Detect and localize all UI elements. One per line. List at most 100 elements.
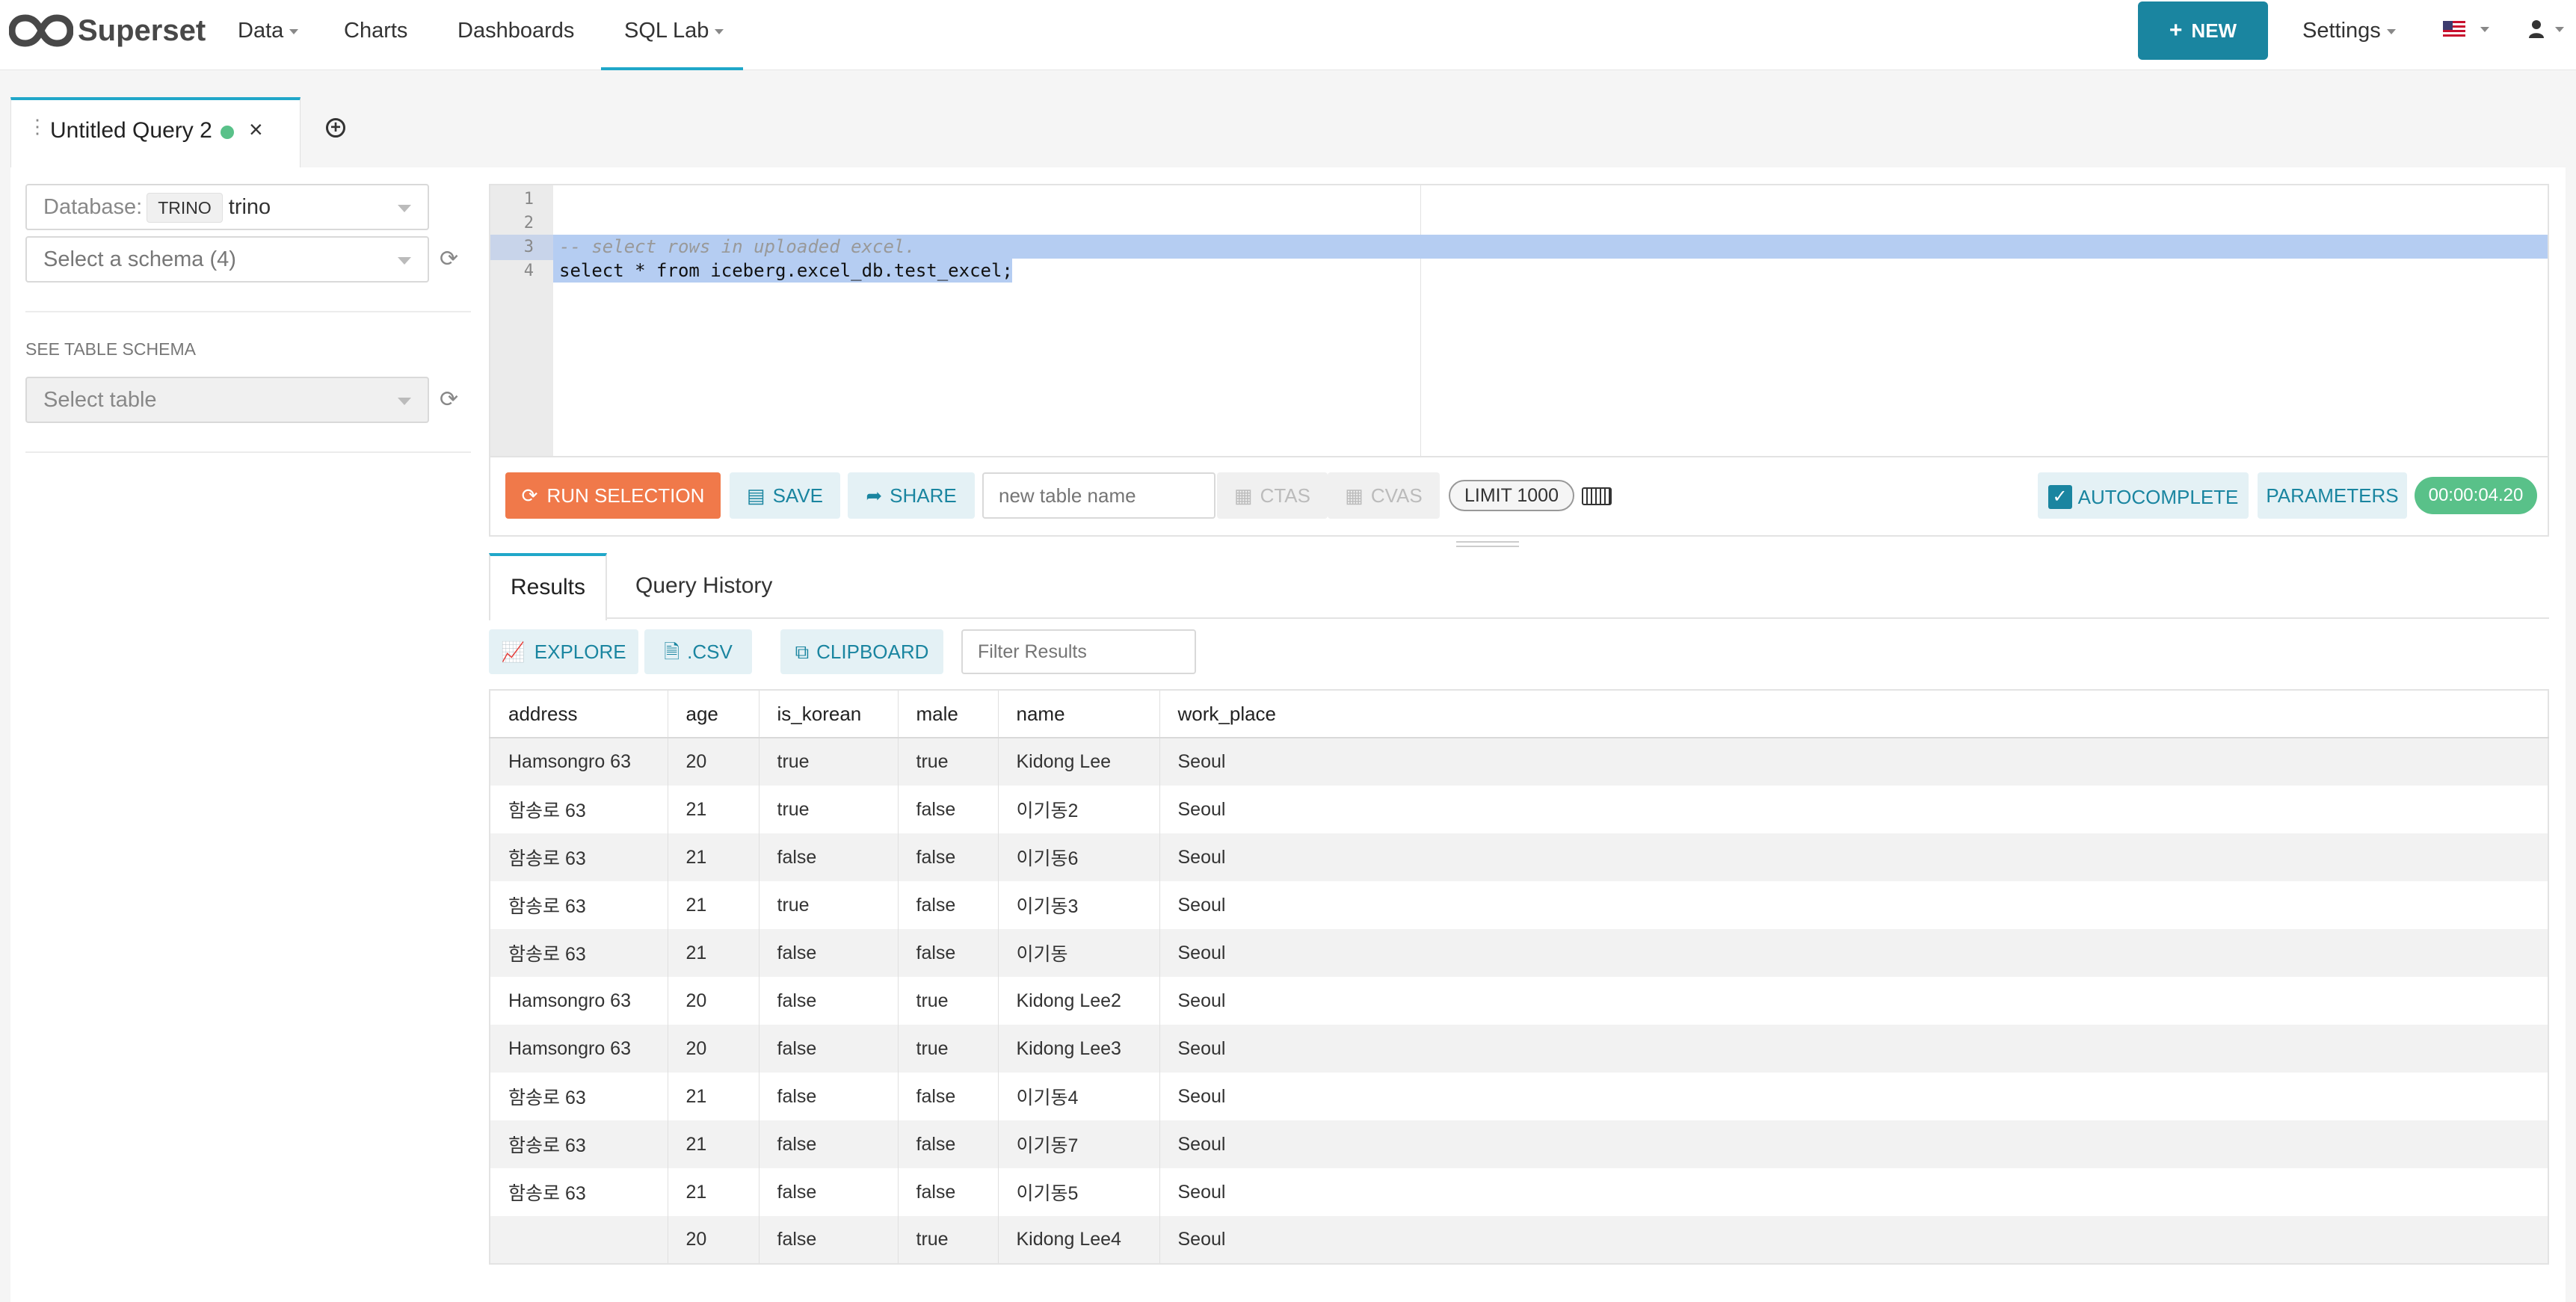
- close-icon[interactable]: ×: [249, 117, 263, 142]
- ctas-button[interactable]: ▦ CTAS: [1217, 472, 1328, 519]
- file-icon: 🗎: [664, 641, 680, 663]
- table-cell: 20: [668, 738, 759, 786]
- table-cell: false: [759, 1120, 899, 1168]
- schema-select[interactable]: Select a schema (4): [25, 236, 429, 283]
- cvas-button[interactable]: ▦ CVAS: [1328, 472, 1440, 519]
- new-table-name-input[interactable]: [982, 472, 1215, 519]
- table-cell: Kidong Lee2: [998, 977, 1160, 1025]
- resize-handle[interactable]: [1456, 541, 1519, 547]
- query-tab[interactable]: ⋮ Untitled Query 2 ×: [10, 97, 301, 167]
- database-select[interactable]: Database: TRINO trino: [25, 184, 429, 230]
- csv-label: .CSV: [687, 641, 733, 663]
- table-cell: 21: [668, 833, 759, 881]
- column-header[interactable]: age: [668, 690, 759, 738]
- settings-menu[interactable]: Settings: [2302, 0, 2396, 61]
- explore-button[interactable]: 📈 EXPLORE: [489, 629, 638, 674]
- table-cell: 함송로 63: [490, 1120, 668, 1168]
- limit-dropdown[interactable]: LIMIT 1000: [1449, 480, 1574, 511]
- table-cell: Kidong Lee3: [998, 1025, 1160, 1073]
- nav-dashboards[interactable]: Dashboards: [457, 0, 574, 61]
- nav-data[interactable]: Data: [238, 0, 299, 61]
- nav-charts[interactable]: Charts: [344, 0, 407, 61]
- share-button[interactable]: ➦ SHARE: [848, 472, 975, 519]
- table-cell: 21: [668, 786, 759, 833]
- column-header[interactable]: is_korean: [759, 690, 899, 738]
- save-button[interactable]: ▤ SAVE: [730, 472, 840, 519]
- explore-label: EXPLORE: [534, 641, 626, 663]
- column-header[interactable]: name: [998, 690, 1160, 738]
- chevron-down-icon: [398, 205, 411, 212]
- table-row: 함송로 63 21 false false 이기동6 Seoul: [490, 833, 2549, 881]
- column-header[interactable]: male: [898, 690, 999, 738]
- table-cell: 21: [668, 1120, 759, 1168]
- table-cell: 20: [668, 1025, 759, 1073]
- query-tab-title: Untitled Query 2: [50, 118, 212, 143]
- table-cell: 함송로 63: [490, 833, 668, 881]
- autocomplete-label: AUTOCOMPLETE: [2077, 486, 2239, 509]
- table-cell: Hamsongro 63: [490, 738, 668, 786]
- chevron-down-icon: [2555, 27, 2564, 32]
- user-icon: [2529, 20, 2544, 38]
- checkbox-checked-icon: ✓: [2047, 485, 2072, 510]
- table-cell: 이기동6: [998, 833, 1160, 881]
- table-cell: false: [898, 929, 999, 977]
- superset-logo[interactable]: Superset: [9, 10, 206, 51]
- table-cell: Hamsongro 63: [490, 1025, 668, 1073]
- limit-label: LIMIT 1000: [1464, 485, 1559, 506]
- refresh-schema-icon[interactable]: ⟳: [440, 248, 462, 271]
- table-row: 20 false true Kidong Lee4 Seoul: [490, 1216, 2549, 1264]
- table-cell: false: [759, 1168, 899, 1216]
- add-tab-icon[interactable]: +: [326, 118, 345, 138]
- table-cell: Kidong Lee: [998, 738, 1160, 786]
- parameters-button[interactable]: PARAMETERS: [2258, 472, 2407, 519]
- table-cell: false: [898, 1073, 999, 1120]
- refresh-table-icon[interactable]: ⟳: [440, 389, 462, 411]
- column-header[interactable]: address: [490, 690, 668, 738]
- sidebar-divider-bottom: [25, 451, 471, 453]
- results-table: address age is_korean male name work_pla…: [489, 689, 2549, 1265]
- plus-icon: +: [2169, 18, 2183, 43]
- user-menu[interactable]: [2528, 18, 2564, 43]
- results-table-body: Hamsongro 63 20 true true Kidong Lee Seoul 함송…: [490, 738, 2549, 1264]
- column-header[interactable]: work_place: [1159, 690, 2549, 738]
- keyboard-shortcuts-icon[interactable]: [1582, 487, 1612, 505]
- table-cell: Seoul: [1159, 977, 2549, 1025]
- tab-results[interactable]: Results: [489, 553, 607, 620]
- chart-line-icon: 📈: [501, 641, 526, 663]
- table-row: 함송로 63 21 false false 이기동5 Seoul: [490, 1168, 2549, 1216]
- tab-query-history-label: Query History: [635, 573, 773, 598]
- us-flag-icon: [2443, 21, 2465, 37]
- autocomplete-toggle[interactable]: ✓ AUTOCOMPLETE: [2038, 472, 2249, 519]
- filter-results-input[interactable]: [961, 629, 1196, 674]
- table-icon: ▦: [1345, 484, 1364, 507]
- table-cell: 함송로 63: [490, 929, 668, 977]
- table-cell: false: [898, 1120, 999, 1168]
- table-select[interactable]: Select table: [25, 377, 429, 423]
- run-selection-button[interactable]: ⟳ RUN SELECTION: [505, 472, 721, 519]
- share-label: SHARE: [890, 484, 957, 507]
- brand-name: Superset: [78, 14, 206, 47]
- query-tab-bar: ⋮ Untitled Query 2 × +: [0, 70, 2576, 167]
- table-row: Hamsongro 63 20 true true Kidong Lee Seoul: [490, 738, 2549, 786]
- code-select-line: select * from iceberg.excel_db.test_exce…: [559, 260, 1013, 281]
- tab-query-history[interactable]: Query History: [635, 553, 772, 619]
- table-cell: Seoul: [1159, 881, 2549, 929]
- nav-sql-lab[interactable]: SQL Lab: [624, 0, 724, 61]
- chevron-down-icon: [398, 257, 411, 265]
- share-icon: ➦: [866, 484, 883, 507]
- csv-button[interactable]: 🗎 .CSV: [644, 629, 752, 674]
- language-selector[interactable]: [2443, 19, 2489, 42]
- sql-editor[interactable]: 1 2 3 4 -- select rows in uploaded excel…: [489, 184, 2549, 457]
- drag-handle-icon[interactable]: ⋮: [28, 117, 47, 136]
- table-cell: false: [898, 786, 999, 833]
- table-cell: 21: [668, 1073, 759, 1120]
- editor-toolbar: ⟳RUN SELECTION ▤SAVE ➦SHARE ▦CTAS ▦CVAS …: [489, 457, 2549, 537]
- schema-placeholder: Select a schema (4): [43, 247, 236, 271]
- chevron-down-icon: [398, 398, 411, 405]
- table-row: 함송로 63 21 true false 이기동3 Seoul: [490, 881, 2549, 929]
- clipboard-button[interactable]: ⧉ CLIPBOARD: [780, 629, 943, 674]
- table-cell: Kidong Lee4: [998, 1216, 1160, 1264]
- table-cell: Seoul: [1159, 1120, 2549, 1168]
- new-button[interactable]: + NEW: [2138, 1, 2268, 60]
- table-cell: false: [759, 1216, 899, 1264]
